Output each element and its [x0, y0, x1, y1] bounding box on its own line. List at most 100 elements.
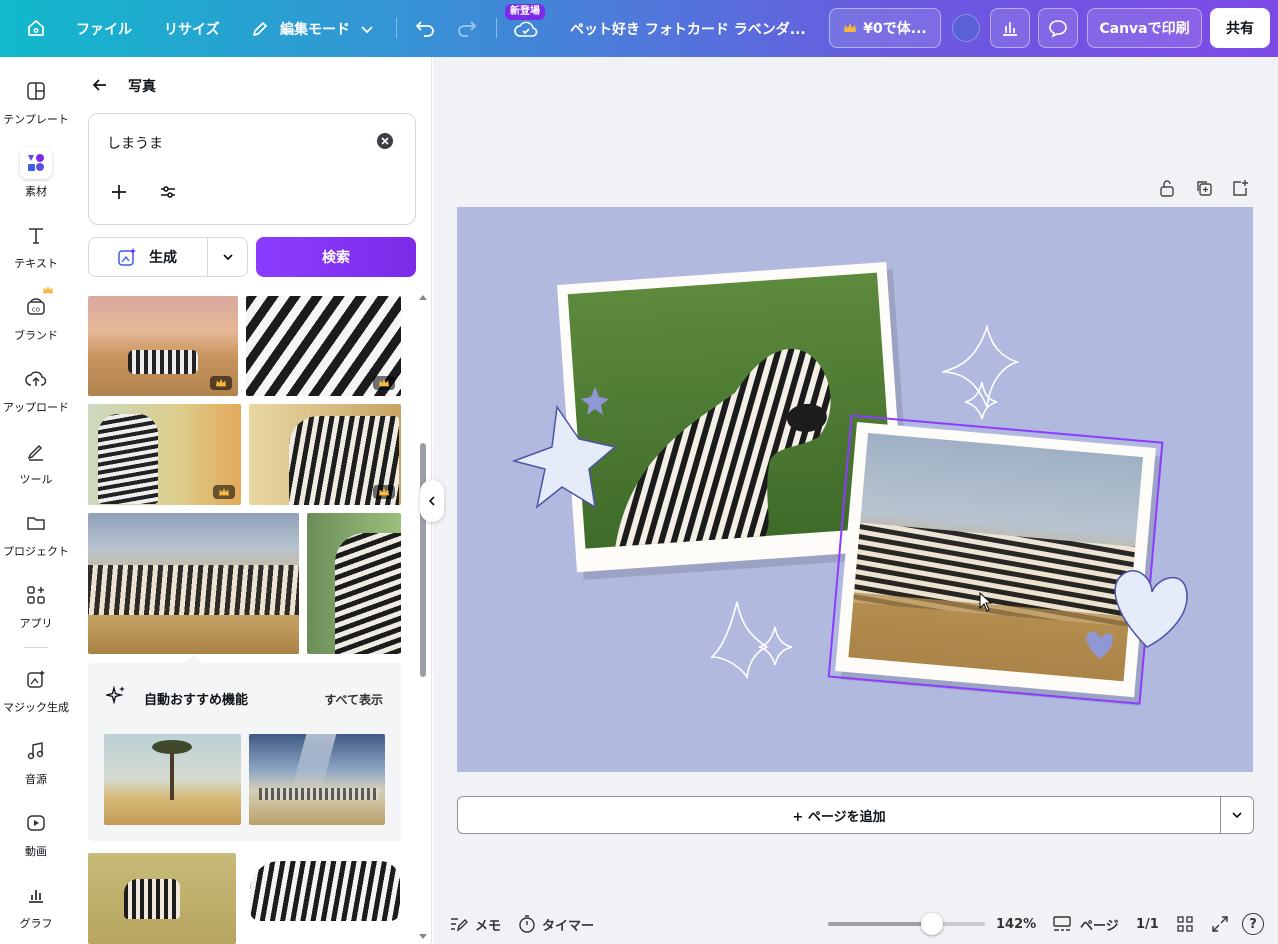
search-input[interactable]: しまうま [107, 133, 163, 153]
crown-icon [216, 378, 226, 387]
crown-icon [379, 378, 389, 387]
add-page-icon-button[interactable] [1231, 179, 1249, 197]
design-page[interactable] [457, 207, 1253, 772]
edit-mode-menu[interactable]: 編集モード [250, 0, 374, 57]
timer-button[interactable]: タイマー [518, 915, 594, 934]
add-page-dropdown[interactable] [1220, 796, 1254, 834]
rail-item-apps[interactable]: アプリ [0, 579, 72, 631]
mouse-cursor-icon [979, 592, 993, 612]
tools-icon [16, 435, 56, 467]
notes-button[interactable]: メモ [449, 915, 501, 934]
text-icon [16, 219, 56, 251]
scrollbar-thumb[interactable] [420, 443, 426, 677]
magic-icon [16, 663, 56, 695]
grid-view-button[interactable] [1176, 915, 1194, 933]
print-button[interactable]: Canvaで印刷 [1087, 8, 1202, 48]
back-button[interactable] [88, 73, 112, 97]
document-title[interactable]: ペット好き フォトカード ラベンダ... [570, 0, 806, 57]
rail-item-elements[interactable]: 素材 [0, 147, 72, 199]
fullscreen-button[interactable] [1211, 915, 1229, 933]
photo-result[interactable] [88, 404, 241, 505]
generate-button[interactable]: 生成 [88, 237, 208, 277]
sparkle-doodle [941, 324, 1020, 408]
pages-button[interactable]: ページ [1052, 915, 1119, 934]
duplicate-page-button[interactable] [1195, 179, 1213, 197]
photo-result[interactable] [249, 404, 401, 505]
file-menu[interactable]: ファイル [76, 0, 132, 57]
sparkle-doodle [710, 601, 769, 680]
clear-search-button[interactable] [377, 133, 393, 149]
comments-button[interactable] [1038, 8, 1078, 48]
zoom-slider[interactable] [828, 913, 985, 935]
crown-icon [379, 487, 389, 496]
divider [396, 18, 397, 38]
add-page-button[interactable]: + ページを追加 [457, 796, 1221, 834]
rail-item-tools[interactable]: ツール [0, 435, 72, 487]
resize-menu[interactable]: リサイズ [164, 0, 220, 57]
sparkle-icon [106, 685, 125, 705]
photo-result[interactable] [246, 296, 401, 396]
crown-icon [43, 285, 53, 294]
home-button[interactable] [18, 8, 54, 48]
rail-item-text[interactable]: テキスト [0, 219, 72, 271]
rail-label: プロジェクト [3, 545, 69, 558]
crown-icon [219, 487, 229, 496]
bottom-bar: メモ タイマー 142% ページ 1/1 ? [433, 904, 1278, 944]
photo-result[interactable] [307, 513, 401, 654]
suggested-photo[interactable] [249, 734, 385, 825]
rail-item-brand[interactable]: co ブランド [0, 285, 72, 343]
rail-item-uploads[interactable]: アップロード [0, 363, 72, 415]
trial-button[interactable]: ¥0で体... [829, 8, 941, 48]
generate-dropdown-button[interactable] [207, 237, 248, 277]
search-box[interactable]: しまうま [88, 113, 416, 225]
photo-result[interactable] [88, 296, 238, 396]
rail-item-magic[interactable]: マジック生成 [0, 663, 72, 715]
rail-item-video[interactable]: 動画 [0, 807, 72, 859]
redo-button[interactable] [452, 8, 482, 48]
duplicate-icon [1197, 181, 1212, 196]
zoom-level[interactable]: 142% [996, 917, 1036, 932]
photo-result[interactable] [88, 853, 236, 944]
scroll-up-icon [419, 295, 427, 300]
photos-panel: 写真 しまうま 生成 検索 自動おすすめ機能 すべて表示 [72, 57, 432, 944]
show-all-link[interactable]: すべて表示 [324, 691, 383, 708]
premium-badge [373, 376, 395, 390]
polaroid-photo-2 [835, 422, 1162, 706]
search-button[interactable]: 検索 [256, 237, 416, 277]
suggested-photo[interactable] [104, 734, 241, 825]
brand-icon: co [16, 285, 56, 323]
undo-icon [415, 21, 434, 37]
premium-badge [213, 485, 235, 499]
home-icon [28, 20, 44, 36]
rail-label: テンプレート [3, 113, 69, 126]
rail-item-templates[interactable]: テンプレート [0, 75, 72, 127]
help-button[interactable]: ? [1242, 913, 1264, 935]
chevron-down-icon [1232, 812, 1242, 819]
photo-result[interactable] [244, 853, 401, 944]
avatar[interactable] [952, 14, 980, 42]
rail-item-audio[interactable]: 音源 [0, 735, 72, 787]
collapse-panel-button[interactable] [420, 480, 444, 522]
apps-icon [16, 579, 56, 611]
rail-item-charts[interactable]: グラフ [0, 879, 72, 931]
pages-label: ページ [1080, 918, 1119, 934]
lock-button[interactable] [1158, 179, 1176, 197]
comment-icon [1049, 20, 1067, 38]
undo-button[interactable] [410, 8, 440, 48]
add-button[interactable] [109, 182, 129, 206]
redo-icon [458, 21, 477, 37]
insights-button[interactable] [990, 8, 1030, 48]
save-status-button[interactable] [510, 14, 542, 44]
rail-label: アプリ [19, 617, 53, 630]
filter-button[interactable] [159, 184, 177, 200]
panel-scrollbar[interactable] [419, 293, 427, 943]
rail-divider [24, 647, 48, 648]
share-button[interactable]: 共有 [1210, 8, 1270, 48]
zoom-slider-thumb[interactable] [920, 913, 943, 935]
rail-item-projects[interactable]: プロジェクト [0, 507, 72, 559]
photo-result-selected[interactable] [88, 513, 299, 654]
upload-icon [16, 363, 56, 395]
rail-label: ツール [19, 473, 53, 486]
help-icon: ? [1249, 916, 1257, 932]
rail-label: 動画 [25, 845, 47, 858]
